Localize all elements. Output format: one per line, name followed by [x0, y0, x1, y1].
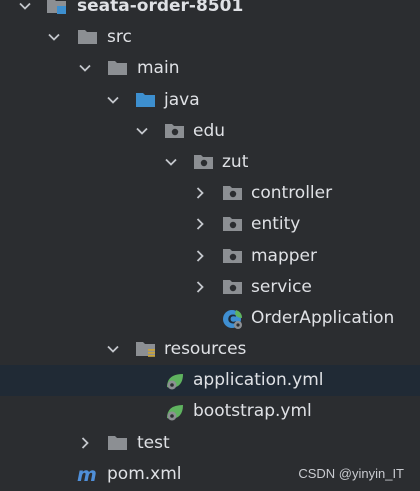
tree-item-zut[interactable]: zut	[0, 147, 420, 178]
chevron-down-icon[interactable]	[106, 85, 122, 116]
chevron-down-icon[interactable]	[78, 53, 94, 84]
tree-item-main[interactable]: main	[0, 53, 420, 84]
tree-item-label: zut	[222, 151, 249, 172]
package-icon	[222, 272, 244, 303]
tree-item-label: mapper	[251, 245, 318, 266]
tree-item-resources[interactable]: resources	[0, 334, 420, 365]
chevron-right-icon[interactable]	[78, 428, 94, 459]
tree-item-label: edu	[193, 120, 226, 141]
tree-item-label: bootstrap.yml	[193, 401, 312, 422]
tree-item-service[interactable]: service	[0, 272, 420, 303]
tree-item-test[interactable]: test	[0, 428, 420, 459]
package-icon	[164, 116, 186, 147]
tree-item-label: src	[107, 27, 132, 48]
folder-icon	[107, 428, 129, 459]
svg-text:m: m	[77, 464, 97, 486]
tree-item-label: entity	[251, 214, 301, 235]
package-icon	[222, 241, 244, 272]
chevron-down-icon[interactable]	[18, 0, 34, 22]
tree-item-entity[interactable]: entity	[0, 209, 420, 240]
spring-boot-class-icon: C	[222, 303, 244, 334]
package-icon	[222, 178, 244, 209]
tree-item-label: controller	[251, 183, 333, 204]
tree-item-bootstrap-yml[interactable]: bootstrap.yml	[0, 396, 420, 427]
tree-item-label: seata-order-8501	[77, 0, 244, 16]
tree-item-label: pom.xml	[107, 463, 182, 484]
package-icon	[222, 209, 244, 240]
tree-item-label: java	[164, 89, 200, 110]
spring-config-file-icon	[164, 396, 186, 427]
folder-icon	[77, 22, 99, 53]
tree-item-mapper[interactable]: mapper	[0, 241, 420, 272]
chevron-right-icon[interactable]	[193, 178, 209, 209]
tree-item-label: OrderApplication	[251, 307, 395, 328]
folder-icon	[107, 53, 129, 84]
resources-folder-icon	[135, 334, 157, 365]
spring-config-file-icon	[164, 365, 186, 396]
tree-item-label: main	[137, 58, 180, 79]
maven-pom-icon: m	[77, 459, 99, 490]
chevron-right-icon[interactable]	[193, 272, 209, 303]
chevron-down-icon[interactable]	[135, 116, 151, 147]
tree-item-java[interactable]: java	[0, 85, 420, 116]
chevron-right-icon[interactable]	[193, 241, 209, 272]
watermark: CSDN @yinyin_IT	[298, 466, 404, 481]
tree-item-src[interactable]: src	[0, 22, 420, 53]
source-root-folder-icon	[135, 85, 157, 116]
module-folder-icon	[46, 0, 68, 22]
package-icon	[193, 147, 215, 178]
chevron-down-icon[interactable]	[47, 22, 63, 53]
chevron-down-icon[interactable]	[164, 147, 180, 178]
tree-item-controller[interactable]: controller	[0, 178, 420, 209]
tree-item-application-yml[interactable]: application.yml	[0, 365, 420, 397]
tree-item-label: resources	[164, 339, 247, 360]
tree-item-label: application.yml	[193, 370, 324, 391]
tree-item-module-root[interactable]: seata-order-8501	[0, 0, 420, 22]
project-tree: seata-order-8501 src main java edu zut c…	[0, 0, 420, 490]
tree-item-label: test	[137, 432, 170, 453]
tree-item-label: service	[251, 276, 312, 297]
chevron-down-icon[interactable]	[106, 334, 122, 365]
chevron-right-icon[interactable]	[193, 209, 209, 240]
tree-item-edu[interactable]: edu	[0, 116, 420, 147]
tree-item-order-application[interactable]: C OrderApplication	[0, 303, 420, 334]
